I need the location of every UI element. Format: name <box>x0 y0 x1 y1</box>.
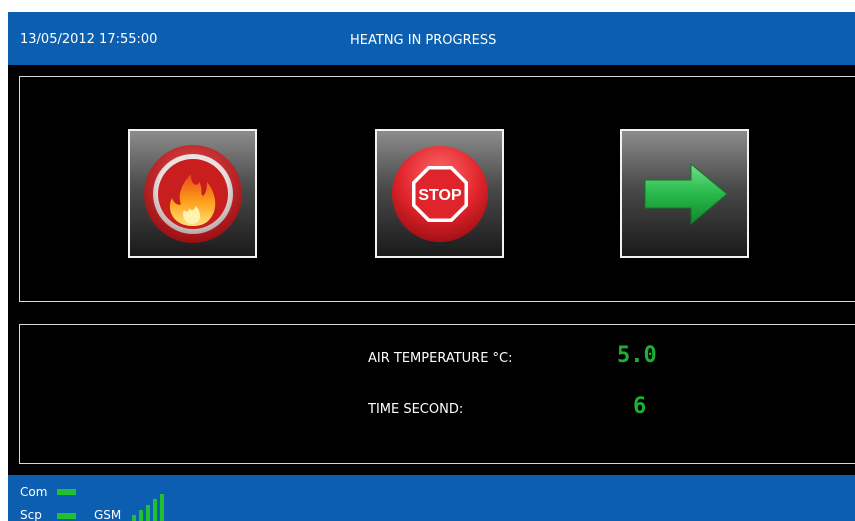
bottom-status-bar: Com Scp GSM <box>8 475 855 521</box>
air-temperature-value: 5.0 <box>617 343 657 368</box>
air-temperature-label: AIR TEMPERATURE °C: <box>368 351 513 366</box>
gsm-label: GSM <box>94 508 122 521</box>
gsm-signal-icon <box>132 492 172 521</box>
stop-sign-icon: STOP <box>391 145 488 242</box>
gsm-signal-bar <box>146 505 150 521</box>
control-button-panel: STOP <box>19 76 855 302</box>
hmi-screen: 13/05/2012 17:55:00 HEATNG IN PROGRESS S… <box>8 12 855 521</box>
time-second-label: TIME SECOND: <box>368 402 464 417</box>
com-label: Com <box>20 485 48 499</box>
gsm-signal-bar <box>139 510 143 521</box>
status-title: HEATNG IN PROGRESS <box>350 33 497 48</box>
flame-icon <box>143 144 242 243</box>
heat-button[interactable] <box>128 129 257 258</box>
scp-status-indicator <box>57 513 76 519</box>
stop-label: STOP <box>418 187 462 204</box>
top-status-bar: 13/05/2012 17:55:00 HEATNG IN PROGRESS <box>8 12 855 65</box>
gsm-signal-bar <box>160 494 164 521</box>
stop-button[interactable]: STOP <box>375 129 504 258</box>
datetime-display: 13/05/2012 17:55:00 <box>20 32 158 47</box>
gsm-signal-bar <box>132 515 136 521</box>
scp-label: Scp <box>20 508 42 521</box>
com-status-indicator <box>57 489 76 495</box>
next-button[interactable] <box>620 129 749 258</box>
readings-panel: AIR TEMPERATURE °C: 5.0 TIME SECOND: 6 <box>19 324 855 464</box>
gsm-signal-bar <box>153 499 157 521</box>
time-second-value: 6 <box>633 394 647 419</box>
right-arrow-icon <box>644 162 728 225</box>
